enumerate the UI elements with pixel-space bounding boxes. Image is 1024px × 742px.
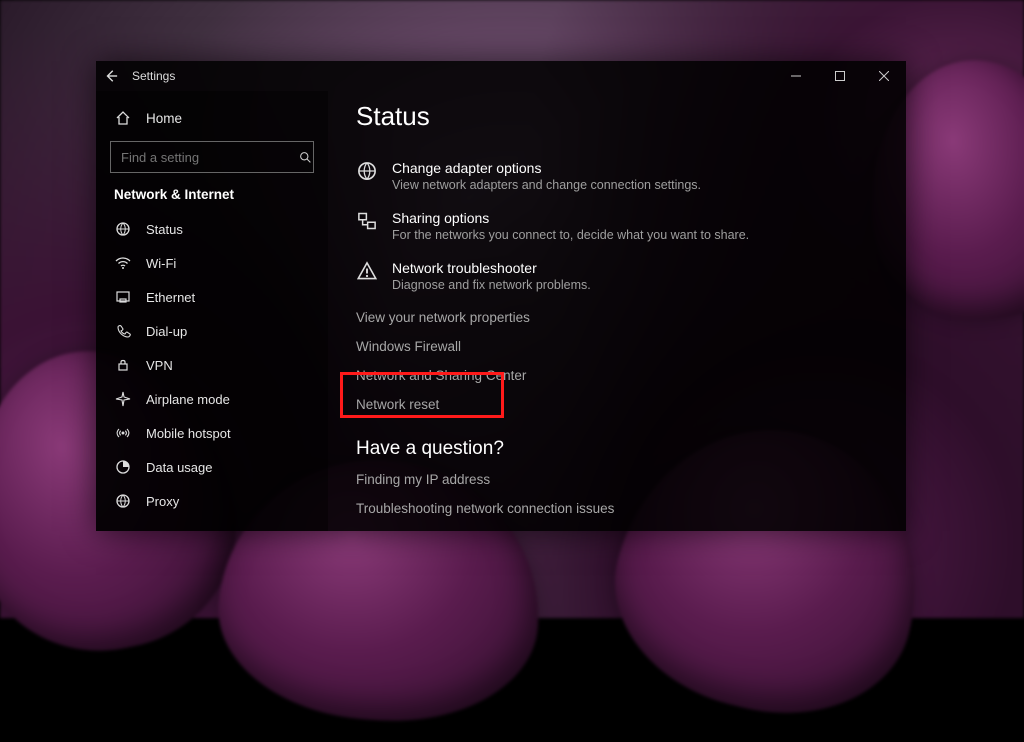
sidebar-item-status[interactable]: Status <box>96 212 328 246</box>
sidebar-item-label: Mobile hotspot <box>146 426 231 441</box>
help-link-ip[interactable]: Finding my IP address <box>356 472 878 487</box>
sidebar-heading: Network & Internet <box>96 183 328 212</box>
option-troubleshooter[interactable]: Network troubleshooter Diagnose and fix … <box>356 260 878 292</box>
sidebar-item-label: Ethernet <box>146 290 195 305</box>
sidebar-item-label: Wi-Fi <box>146 256 176 271</box>
hotspot-icon <box>114 424 132 442</box>
status-icon <box>114 220 132 238</box>
globe-icon <box>356 160 378 182</box>
titlebar: Settings <box>96 61 906 91</box>
sidebar-item-hotspot[interactable]: Mobile hotspot <box>96 416 328 450</box>
close-icon <box>879 71 889 81</box>
sidebar-item-ethernet[interactable]: Ethernet <box>96 280 328 314</box>
sidebar-home-label: Home <box>146 111 182 126</box>
wifi-icon <box>114 254 132 272</box>
sidebar: Home Network & Internet Status Wi-Fi <box>96 91 328 531</box>
sidebar-item-label: Data usage <box>146 460 213 475</box>
warning-icon <box>356 260 378 282</box>
link-view-properties[interactable]: View your network properties <box>356 310 878 325</box>
sidebar-item-wifi[interactable]: Wi-Fi <box>96 246 328 280</box>
back-button[interactable] <box>96 61 126 91</box>
dialup-icon <box>114 322 132 340</box>
help-link-driver[interactable]: Updating network adapter or driver <box>356 530 878 531</box>
minimize-icon <box>791 71 801 81</box>
search-box[interactable] <box>110 141 314 173</box>
sidebar-item-dialup[interactable]: Dial-up <box>96 314 328 348</box>
sidebar-item-label: VPN <box>146 358 173 373</box>
sidebar-item-vpn[interactable]: VPN <box>96 348 328 382</box>
sidebar-item-label: Status <box>146 222 183 237</box>
maximize-icon <box>835 71 845 81</box>
option-label: Network troubleshooter <box>392 260 591 276</box>
page-title: Status <box>356 101 878 132</box>
search-icon <box>299 151 312 164</box>
maximize-button[interactable] <box>818 61 862 91</box>
content-pane: Status Change adapter options View netwo… <box>328 91 906 531</box>
link-windows-firewall[interactable]: Windows Firewall <box>356 339 878 354</box>
option-label: Change adapter options <box>392 160 701 176</box>
proxy-icon <box>114 492 132 510</box>
link-network-sharing-center[interactable]: Network and Sharing Center <box>356 368 878 383</box>
option-desc: View network adapters and change connect… <box>392 178 701 192</box>
airplane-icon <box>114 390 132 408</box>
vpn-icon <box>114 356 132 374</box>
link-network-reset[interactable]: Network reset <box>356 397 878 412</box>
search-input[interactable] <box>119 149 299 166</box>
help-link-troubleshoot[interactable]: Troubleshooting network connection issue… <box>356 501 878 516</box>
option-sharing[interactable]: Sharing options For the networks you con… <box>356 210 878 242</box>
sidebar-home[interactable]: Home <box>96 101 328 135</box>
sidebar-item-airplane[interactable]: Airplane mode <box>96 382 328 416</box>
sidebar-item-datausage[interactable]: Data usage <box>96 450 328 484</box>
option-change-adapter[interactable]: Change adapter options View network adap… <box>356 160 878 192</box>
sidebar-item-label: Proxy <box>146 494 179 509</box>
window-title: Settings <box>132 69 175 83</box>
option-desc: Diagnose and fix network problems. <box>392 278 591 292</box>
arrow-left-icon <box>104 69 118 83</box>
minimize-button[interactable] <box>774 61 818 91</box>
home-icon <box>114 109 132 127</box>
ethernet-icon <box>114 288 132 306</box>
sidebar-item-proxy[interactable]: Proxy <box>96 484 328 518</box>
data-usage-icon <box>114 458 132 476</box>
option-label: Sharing options <box>392 210 749 226</box>
option-desc: For the networks you connect to, decide … <box>392 228 749 242</box>
sidebar-item-label: Dial-up <box>146 324 187 339</box>
sidebar-item-label: Airplane mode <box>146 392 230 407</box>
sharing-icon <box>356 210 378 232</box>
question-heading: Have a question? <box>356 438 878 460</box>
close-button[interactable] <box>862 61 906 91</box>
settings-window: Settings Home <box>96 61 906 531</box>
